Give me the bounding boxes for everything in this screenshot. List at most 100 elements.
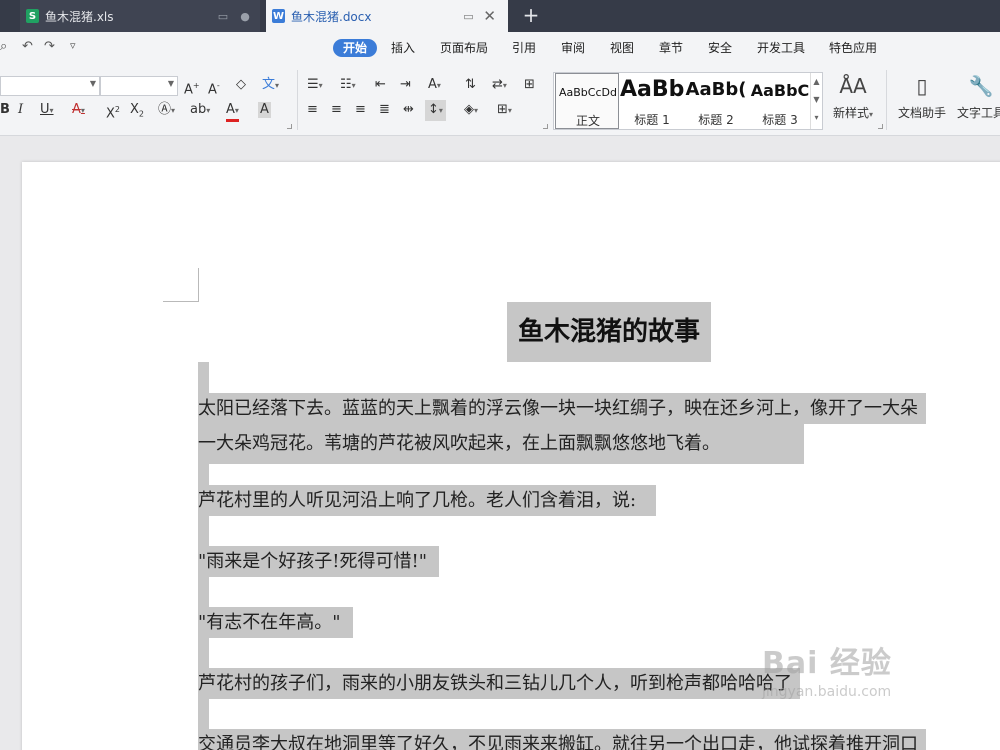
- margin-marker: [163, 301, 199, 302]
- chevron-down-icon: ▼: [167, 79, 174, 88]
- chevron-up-icon[interactable]: ▲: [811, 73, 822, 91]
- style-preview: AaBbC: [750, 81, 810, 100]
- tab-title: 鱼木混猪.docx: [291, 9, 372, 24]
- shading-icon[interactable]: ◈▾: [464, 102, 478, 119]
- spreadsheet-icon: S: [26, 9, 39, 23]
- paragraph: 交通员李大叔在地洞里等了好久，不见雨来来搬缸。就往另一个出口走，他试探着推开洞口: [198, 729, 926, 750]
- styles-dialog-launcher[interactable]: [878, 124, 883, 129]
- table-tools-icon[interactable]: ⊞: [524, 77, 535, 93]
- wrench-icon: 🔧: [968, 74, 994, 98]
- tab-bar: S 鱼木混猪.xls ▭ ● W 鱼木混猪.docx ▭ ✕ +: [0, 0, 1000, 32]
- customize-icon[interactable]: ▿: [70, 39, 76, 52]
- menu-chapter[interactable]: 章节: [656, 39, 686, 57]
- text-direction-icon[interactable]: A▾: [428, 77, 441, 94]
- paragraph-line: "雨来是个好孩子!死得可惜!": [198, 546, 440, 577]
- menu-view[interactable]: 视图: [607, 39, 637, 57]
- menu-developer[interactable]: 开发工具: [754, 39, 808, 57]
- highlight-icon[interactable]: ab▾: [190, 102, 210, 119]
- style-name: 标题 1: [634, 113, 670, 127]
- undo-icon[interactable]: ↶: [22, 39, 33, 54]
- italic-icon[interactable]: I: [18, 102, 23, 118]
- distribute-icon[interactable]: ⇹: [403, 102, 414, 118]
- style-name: 正文: [575, 114, 600, 128]
- doc-assistant-button[interactable]: ▯ 文档助手: [891, 72, 953, 126]
- phonetic-guide-icon[interactable]: 文▾: [262, 77, 279, 94]
- styles-gallery: AaBbCcDd 正文 AaBb 标题 1 AaBb( 标题 2 AaBbC 标…: [553, 72, 823, 130]
- dot-icon: ●: [240, 9, 250, 23]
- redo-icon[interactable]: ↷: [44, 39, 55, 54]
- menu-home[interactable]: 开始: [333, 39, 377, 57]
- superscript-icon[interactable]: X2: [106, 102, 120, 122]
- borders-icon[interactable]: ⊞▾: [497, 102, 512, 119]
- bullet-list-icon[interactable]: ☰▾: [307, 77, 323, 94]
- ribbon: ▼ ▼ A+ A- ◇ 文▾ B I U▾ A▾ X2 X2 Ⓐ▾ ab▾ A▾…: [0, 64, 1000, 136]
- chevron-down-icon: ▼: [89, 79, 96, 88]
- ribbon-separator: [886, 70, 887, 130]
- watermark: Bai 经验 jingyan.baidu.com: [762, 638, 962, 728]
- chevron-down-icon[interactable]: ▼: [811, 91, 822, 109]
- more-icon[interactable]: ▾: [811, 109, 822, 127]
- paragraph: 太阳已经落下去。蓝蓝的天上飘着的浮云像一块一块红绸子，映在还乡河上，像开了一大朵…: [198, 393, 926, 464]
- monitor-icon[interactable]: ▭: [461, 9, 475, 23]
- margin-marker: [198, 268, 199, 302]
- paragraph-dialog-launcher[interactable]: [543, 124, 548, 129]
- style-heading-1[interactable]: AaBb 标题 1: [620, 73, 684, 129]
- bold-icon[interactable]: B: [0, 102, 10, 118]
- gallery-scroll[interactable]: ▲ ▼ ▾: [810, 73, 822, 129]
- tab-spreadsheet[interactable]: S 鱼木混猪.xls ▭ ●: [20, 0, 260, 32]
- char-shading-icon[interactable]: A: [258, 102, 271, 118]
- style-heading-2[interactable]: AaBb( 标题 2: [684, 73, 748, 129]
- document-title: 鱼木混猪的故事: [507, 302, 711, 362]
- style-preview: AaBb: [620, 77, 684, 102]
- close-icon[interactable]: ✕: [483, 7, 496, 25]
- ribbon-separator: [297, 70, 298, 130]
- document-icon: W: [272, 9, 285, 23]
- align-center-icon[interactable]: ≡: [331, 102, 342, 118]
- line-spacing-icon[interactable]: ↕▾: [425, 100, 446, 121]
- paragraph: 芦花村的孩子们，雨来的小朋友铁头和三钻儿几个人，听到枪声都哈哈哈了: [198, 668, 800, 699]
- paragraph: "有志不在年高。": [198, 607, 353, 638]
- menu-special[interactable]: 特色应用: [826, 39, 880, 57]
- decrease-indent-icon[interactable]: ⇤: [375, 77, 386, 93]
- font-size-select[interactable]: ▼: [100, 76, 178, 96]
- tab-document[interactable]: W 鱼木混猪.docx ▭ ✕: [266, 0, 508, 32]
- watermark-logo: Bai 经验: [762, 646, 892, 681]
- text-tools-button[interactable]: 🔧 文字工具: [950, 72, 1000, 126]
- clear-format-icon[interactable]: ◇: [236, 77, 246, 93]
- menu-review[interactable]: 审阅: [558, 39, 588, 57]
- grow-font-icon[interactable]: A+: [184, 78, 200, 98]
- document-page[interactable]: 鱼木混猪的故事 太阳已经落下去。蓝蓝的天上飘着的浮云像一块一块红绸子，映在还乡河…: [22, 162, 1000, 750]
- align-left-icon[interactable]: ≡: [307, 102, 318, 118]
- menu-references[interactable]: 引用: [509, 39, 539, 57]
- new-tab-button[interactable]: +: [520, 4, 542, 26]
- menu-page-layout[interactable]: 页面布局: [437, 39, 491, 57]
- font-dialog-launcher[interactable]: [287, 124, 292, 129]
- text-effect-icon[interactable]: Ⓐ▾: [158, 102, 175, 119]
- strikethrough-icon[interactable]: A▾: [72, 102, 85, 119]
- font-color-icon[interactable]: A▾: [226, 102, 239, 122]
- doc-assistant-label: 文档助手: [897, 106, 946, 120]
- menu-insert[interactable]: 插入: [388, 39, 418, 57]
- justify-icon[interactable]: ≣: [379, 102, 390, 118]
- paragraph: "雨来是个好孩子!死得可惜!": [198, 546, 440, 577]
- paragraph-line: 芦花村的孩子们，雨来的小朋友铁头和三钻儿几个人，听到枪声都哈哈哈了: [198, 668, 800, 699]
- numbered-list-icon[interactable]: ☷▾: [340, 77, 356, 94]
- tab-title: 鱼木混猪.xls: [45, 9, 114, 24]
- style-preview: AaBb(: [685, 79, 747, 100]
- monitor-icon[interactable]: ▭: [216, 9, 230, 23]
- new-style-button[interactable]: ÅA 新样式▾: [822, 72, 884, 126]
- style-normal[interactable]: AaBbCcDd 正文: [555, 73, 619, 129]
- underline-icon[interactable]: U▾: [40, 102, 54, 119]
- menu-security[interactable]: 安全: [705, 39, 735, 57]
- menu-row: ⌕ ↶ ↷ ▿ 开始 插入 页面布局 引用 审阅 视图 章节 安全 开发工具 特…: [0, 32, 1000, 64]
- font-name-select[interactable]: ▼: [0, 76, 100, 96]
- increase-indent-icon[interactable]: ⇥: [400, 77, 411, 93]
- shrink-font-icon[interactable]: A-: [208, 78, 220, 98]
- new-style-icon: ÅA: [839, 74, 867, 98]
- show-marks-icon[interactable]: ⇄▾: [492, 77, 507, 94]
- print-preview-icon[interactable]: ⌕: [0, 39, 7, 54]
- align-right-icon[interactable]: ≡: [355, 102, 366, 118]
- style-heading-3[interactable]: AaBbC 标题 3: [748, 73, 812, 129]
- subscript-icon[interactable]: X2: [130, 102, 144, 123]
- sort-icon[interactable]: ⇅: [465, 77, 476, 93]
